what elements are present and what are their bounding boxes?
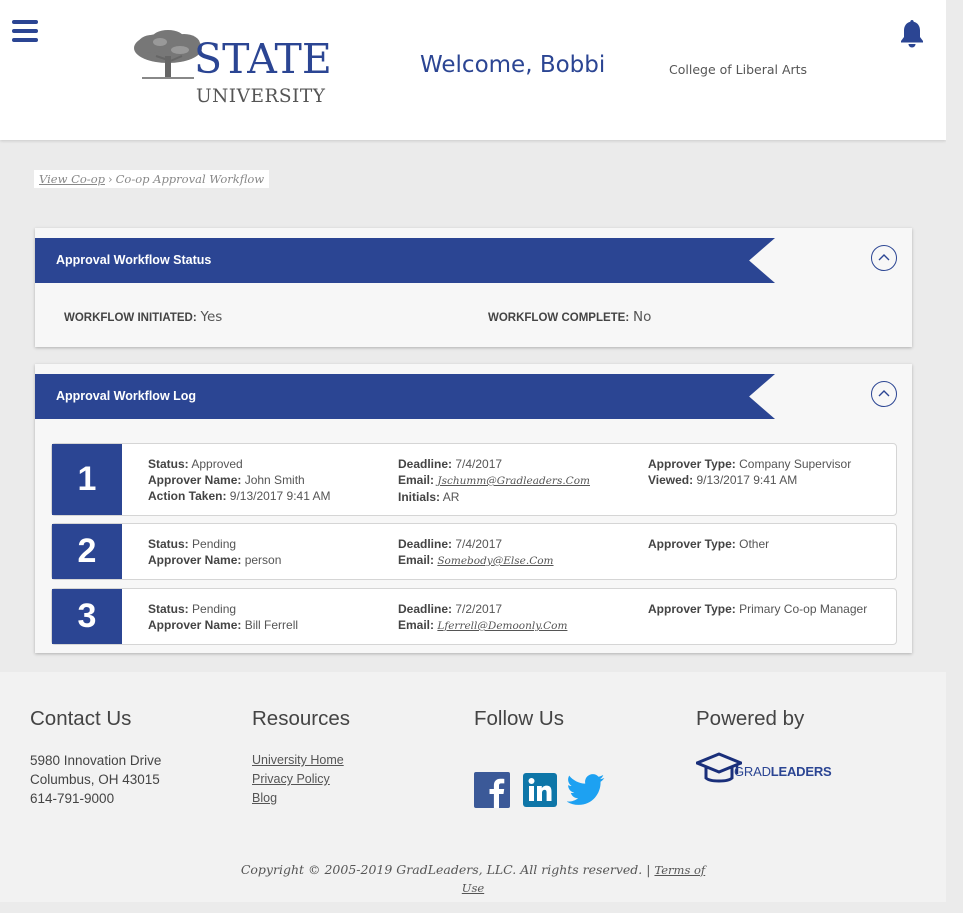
copyright-text: Copyright © 2005-2019 GradLeaders, LLC. …	[240, 862, 706, 895]
log-panel-title: Approval Workflow Log	[56, 389, 197, 403]
gradleaders-text: GRADLEADERS	[734, 764, 832, 779]
chevron-up-icon	[878, 390, 890, 397]
log-row: 1 Status: Approved Approver Name: John S…	[51, 443, 897, 516]
log-row-col-deadline: Deadline: 7/4/2017 Email: Jschumm@Gradle…	[398, 457, 590, 504]
workflow-complete-field: WORKFLOW COMPLETE: No	[488, 309, 651, 325]
bell-icon[interactable]	[898, 18, 926, 48]
state-university-logo[interactable]: STATE UNIVERSITY	[132, 30, 342, 110]
resources-heading: Resources	[252, 707, 350, 730]
workflow-initiated-value: Yes	[200, 309, 223, 325]
log-row-col-type: Approver Type: Company Supervisor Viewed…	[648, 457, 852, 487]
workflow-initiated-field: WORKFLOW INITIATED: Yes	[64, 309, 222, 325]
chevron-up-icon	[878, 254, 890, 261]
log-row-col-status: Status: Pending Approver Name: Bill Ferr…	[148, 602, 299, 632]
header: STATE UNIVERSITY Welcome, Bobbi College …	[0, 0, 946, 140]
status-panel-title: Approval Workflow Status	[56, 253, 212, 267]
college-name: College of Liberal Arts	[669, 62, 808, 77]
log-row: 3 Status: Pending Approver Name: Bill Fe…	[51, 588, 897, 645]
approver-email-link[interactable]: Somebody@Else.Com	[437, 555, 553, 567]
log-row-number: 2	[52, 524, 122, 579]
powered-by-heading: Powered by	[696, 707, 805, 730]
status-panel-collapse-button[interactable]	[871, 245, 897, 271]
approval-workflow-status-panel: Approval Workflow Status WORKFLOW INITIA…	[35, 228, 912, 347]
contact-address: 5980 Innovation Drive Columbus, OH 43015…	[30, 753, 162, 806]
log-row-col-type: Approver Type: Other	[648, 537, 770, 551]
linkedin-icon[interactable]	[523, 773, 557, 807]
approver-email-link[interactable]: Jschumm@Gradleaders.Com	[437, 475, 590, 487]
breadcrumb-current: Co-op Approval Workflow	[115, 172, 265, 186]
log-row: 2 Status: Pending Approver Name: person …	[51, 523, 897, 580]
workflow-complete-value: No	[633, 309, 652, 325]
terms-of-use-link[interactable]: Terms of	[654, 863, 705, 877]
status-panel-header: Approval Workflow Status	[35, 238, 775, 283]
log-row-col-status: Status: Approved Approver Name: John Smi…	[148, 457, 331, 503]
log-row-col-deadline: Deadline: 7/4/2017 Email: Somebody@Else.…	[398, 537, 554, 567]
approver-email-link[interactable]: Lferrell@Demoonly.Com	[437, 620, 567, 632]
log-panel-header: Approval Workflow Log	[35, 374, 775, 419]
menu-icon[interactable]	[12, 20, 38, 42]
gradleaders-logo[interactable]: GRADLEADERS	[696, 752, 856, 788]
logo-state-text: STATE	[194, 35, 332, 83]
bottom-strip	[0, 902, 963, 913]
log-row-number: 1	[52, 444, 122, 515]
logo-university-text: UNIVERSITY	[196, 86, 326, 107]
log-row-col-type: Approver Type: Primary Co-op Manager	[648, 602, 868, 616]
contact-us-heading: Contact Us	[30, 707, 132, 730]
breadcrumb-separator: ›	[107, 172, 113, 186]
link-university-home[interactable]: University Home	[252, 751, 344, 770]
workflow-initiated-label: WORKFLOW INITIATED:	[64, 312, 197, 324]
log-row-number: 3	[52, 589, 122, 644]
log-row-col-deadline: Deadline: 7/2/2017 Email: Lferrell@Demoo…	[398, 602, 568, 632]
link-blog[interactable]: Blog	[252, 789, 344, 808]
facebook-icon[interactable]	[474, 772, 510, 808]
workflow-complete-label: WORKFLOW COMPLETE:	[488, 312, 630, 324]
footer: Contact Us 5980 Innovation Drive Columbu…	[0, 672, 946, 902]
breadcrumb-link-view-coop[interactable]: View Co-op	[39, 172, 105, 186]
welcome-message: Welcome, Bobbi	[420, 52, 606, 78]
approval-workflow-log-panel: Approval Workflow Log 1 Status: Approved…	[35, 364, 912, 653]
log-row-col-status: Status: Pending Approver Name: person	[148, 537, 282, 567]
follow-us-heading: Follow Us	[474, 707, 564, 730]
terms-of-use-link-cont[interactable]: Use	[462, 881, 484, 895]
breadcrumb: View Co-op › Co-op Approval Workflow	[34, 170, 270, 188]
twitter-icon[interactable]	[567, 773, 605, 807]
resources-links: University Home Privacy Policy Blog	[252, 751, 344, 808]
log-panel-collapse-button[interactable]	[871, 381, 897, 407]
link-privacy-policy[interactable]: Privacy Policy	[252, 770, 344, 789]
page-gutter	[946, 0, 963, 913]
